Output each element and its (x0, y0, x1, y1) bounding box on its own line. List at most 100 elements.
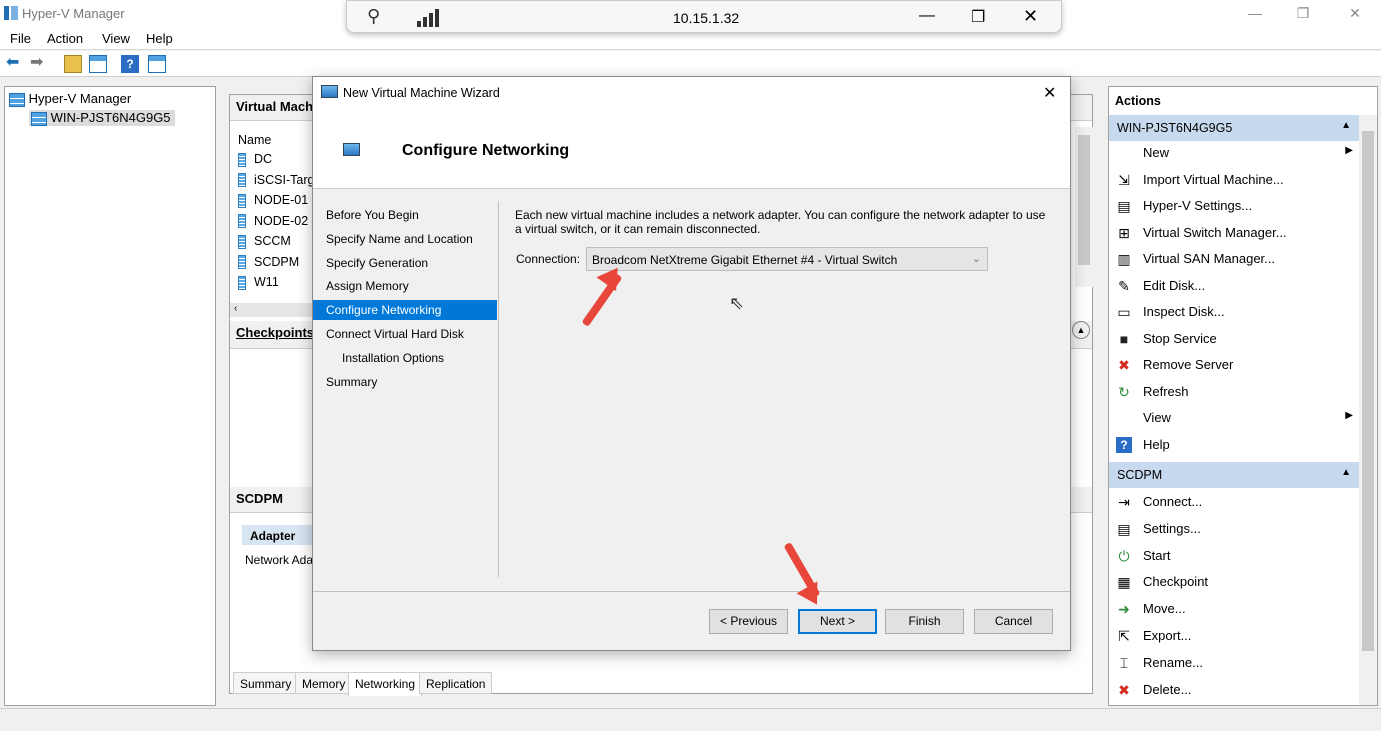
vm-row[interactable]: NODE-01 (238, 193, 308, 208)
wizard-step-item[interactable]: Assign Memory (313, 276, 497, 296)
column-header-name[interactable]: Name (238, 133, 271, 147)
close-button[interactable]: ✕ (1332, 2, 1378, 26)
finish-button[interactable]: Finish (885, 609, 964, 634)
signal-strength-icon (417, 9, 441, 27)
minimize-button[interactable]: — (1232, 2, 1278, 26)
vm-name: W11 (254, 275, 279, 289)
action-item[interactable]: ⇱ Export... (1109, 623, 1359, 649)
vm-list-scrollbar[interactable] (1075, 127, 1093, 287)
action-item[interactable]: ➜ Move... (1109, 596, 1359, 622)
vm-row[interactable]: SCDPM (238, 255, 299, 270)
vm-icon (238, 193, 246, 208)
tab-memory[interactable]: Memory (295, 672, 353, 694)
menu-view[interactable]: View (102, 31, 130, 46)
show-hide-action-pane-icon[interactable] (148, 55, 166, 73)
wizard-close-icon[interactable]: ✕ (1043, 83, 1056, 103)
wizard-step-item[interactable]: Summary (313, 372, 497, 392)
menu-help[interactable]: Help (146, 31, 173, 46)
action-label: Connect... (1143, 494, 1203, 509)
actions-scrollbar[interactable] (1359, 115, 1377, 705)
remove-icon: ✖ (1118, 357, 1130, 373)
show-hide-tree-icon[interactable] (89, 55, 107, 73)
next-button[interactable]: Next > (798, 609, 877, 634)
action-item[interactable]: View ▶ (1109, 405, 1359, 431)
action-item[interactable]: ▤ Hyper-V Settings... (1109, 193, 1359, 219)
collapse-icon[interactable]: ▲ (1341, 120, 1351, 131)
connection-dropdown-value: Broadcom NetXtreme Gigabit Ethernet #4 -… (592, 253, 898, 267)
wizard-step-item[interactable]: Installation Options (313, 348, 497, 368)
vm-actions-header-label: SCDPM (1117, 468, 1163, 482)
action-item[interactable]: ↻ Refresh (1109, 379, 1359, 405)
action-item[interactable]: ▤ Settings... (1109, 516, 1359, 542)
action-item[interactable]: ⇲ Import Virtual Machine... (1109, 167, 1359, 193)
tab-replication[interactable]: Replication (419, 672, 493, 694)
menu-file[interactable]: File (10, 31, 31, 46)
action-item[interactable]: ✎ Edit Disk... (1109, 273, 1359, 299)
tree-root[interactable]: Hyper-V Manager (9, 91, 131, 107)
server-actions-header[interactable]: WIN-PJST6N4G9G5 ▲ (1109, 115, 1359, 141)
action-label: Remove Server (1143, 357, 1234, 372)
rdp-minimize-button[interactable]: — (919, 7, 935, 25)
action-item[interactable]: ▦ Checkpoint (1109, 569, 1359, 595)
forward-arrow-icon[interactable]: ➡ (30, 55, 48, 73)
tab-summary[interactable]: Summary (233, 672, 299, 694)
action-item[interactable]: ▥ Virtual SAN Manager... (1109, 246, 1359, 272)
wizard-step-item[interactable]: Specify Generation (313, 253, 497, 273)
action-label: Help (1143, 436, 1170, 452)
wizard-header: Configure Networking (313, 109, 1070, 189)
vm-row[interactable]: W11 (238, 275, 279, 290)
vm-actions-header[interactable]: SCDPM ▲ (1109, 462, 1359, 488)
collapse-icon[interactable]: ▲ (1341, 467, 1351, 478)
action-item[interactable]: ⊞ Virtual Switch Manager... (1109, 220, 1359, 246)
action-label: Refresh (1143, 383, 1189, 399)
tab-networking[interactable]: Networking (348, 672, 423, 696)
wizard-app-icon (321, 85, 338, 98)
action-item[interactable]: ? Help (1109, 432, 1359, 458)
previous-button[interactable]: < Previous (709, 609, 788, 634)
action-item[interactable]: ■ Stop Service (1109, 326, 1359, 352)
vm-row[interactable]: SCCM (238, 234, 291, 249)
horizontal-scrollbar[interactable]: ‹ (230, 303, 314, 317)
action-item[interactable]: ⏻ Start (1109, 543, 1359, 569)
action-label: Delete... (1143, 681, 1192, 697)
action-label: Edit Disk... (1143, 277, 1206, 293)
wizard-step-item[interactable]: Specify Name and Location (313, 229, 497, 249)
submenu-arrow-icon: ▶ (1345, 410, 1353, 421)
connection-dropdown[interactable]: Broadcom NetXtreme Gigabit Ethernet #4 -… (586, 247, 988, 271)
maximize-button[interactable]: ❐ (1280, 2, 1326, 26)
action-item[interactable]: New ▶ (1109, 140, 1359, 166)
rdp-restore-button[interactable]: ❐ (971, 7, 985, 27)
wizard-step-item[interactable]: Configure Networking (313, 300, 497, 321)
wizard-title: New Virtual Machine Wizard (343, 86, 500, 100)
help-icon[interactable]: ? (121, 55, 139, 73)
cancel-button[interactable]: Cancel (974, 609, 1053, 634)
vm-row[interactable]: DC (238, 152, 272, 167)
action-label: Hyper-V Settings... (1143, 198, 1253, 213)
vm-row[interactable]: NODE-02 (238, 214, 308, 229)
delete-icon: ✖ (1118, 681, 1130, 698)
action-item[interactable]: ✖ Delete... (1109, 677, 1359, 703)
collapse-checkpoints-button[interactable]: ▲ (1072, 321, 1090, 339)
server-actions-header-label: WIN-PJST6N4G9G5 (1117, 121, 1233, 135)
up-folder-icon[interactable] (64, 55, 82, 73)
import-icon: ⇲ (1118, 171, 1130, 188)
action-label: Start (1143, 547, 1171, 563)
wizard-step-item[interactable]: Before You Begin (313, 205, 497, 225)
back-arrow-icon[interactable]: ⬅ (6, 55, 24, 73)
rdp-close-button[interactable]: ✕ (1023, 6, 1038, 27)
connection-label: Connection: (516, 252, 581, 266)
tree-root-label: Hyper-V Manager (28, 91, 132, 106)
vm-name: SCCM (254, 234, 291, 248)
move-icon: ➜ (1118, 601, 1130, 618)
action-item[interactable]: ▭ Inspect Disk... (1109, 299, 1359, 325)
menu-action[interactable]: Action (47, 31, 83, 46)
action-item[interactable]: ⇥ Connect... (1109, 489, 1359, 515)
tree-server-node[interactable]: WIN-PJST6N4G9G5 (29, 110, 175, 126)
wizard-step-item[interactable]: Connect Virtual Hard Disk (313, 324, 497, 344)
action-item[interactable]: ⌶ Rename... (1109, 650, 1359, 676)
vm-icon (238, 275, 246, 290)
wizard-header-icon (343, 143, 360, 156)
pin-icon[interactable]: ⚲ (367, 6, 380, 27)
vm-row[interactable]: iSCSI-Targ (238, 173, 314, 188)
action-item[interactable]: ✖ Remove Server (1109, 352, 1359, 378)
